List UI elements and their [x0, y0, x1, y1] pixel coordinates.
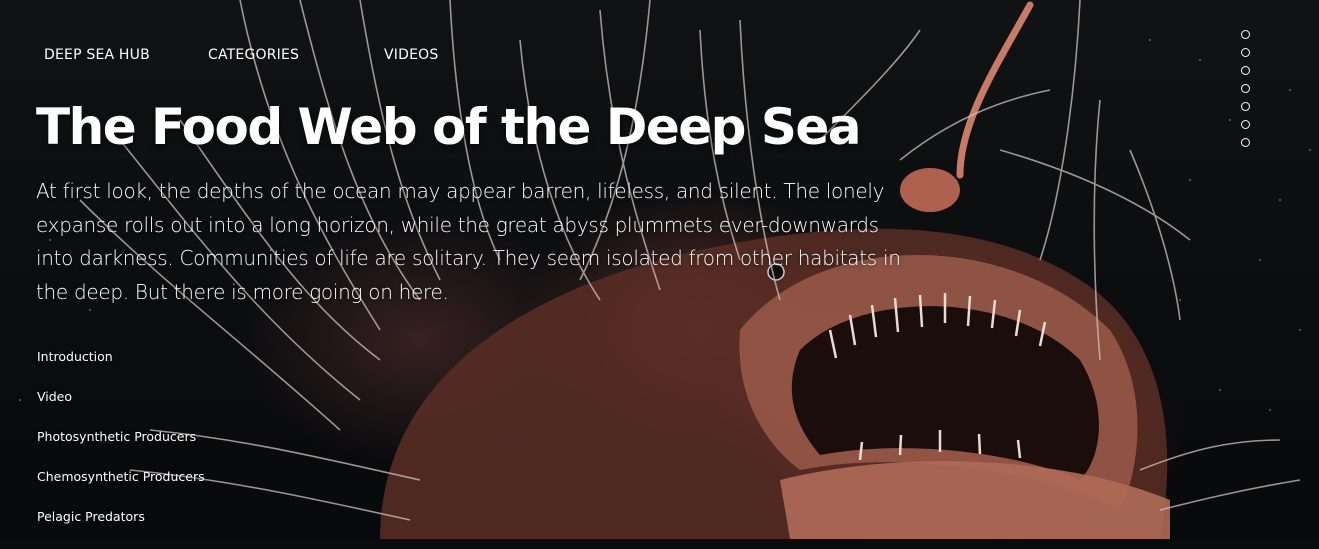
- table-of-contents: Introduction Video Photosynthetic Produc…: [37, 349, 205, 549]
- section-dot-4[interactable]: [1241, 84, 1250, 93]
- toc-link-pelagic-predators[interactable]: Pelagic Predators: [37, 509, 205, 525]
- page-title: The Food Web of the Deep Sea: [36, 98, 862, 156]
- section-dot-6[interactable]: [1241, 120, 1250, 129]
- toc-link-photosynthetic-producers[interactable]: Photosynthetic Producers: [37, 429, 205, 445]
- nav-link-categories[interactable]: CATEGORIES: [208, 47, 299, 63]
- section-dot-5[interactable]: [1241, 102, 1250, 111]
- section-dot-7[interactable]: [1241, 138, 1250, 147]
- section-dot-1[interactable]: [1241, 30, 1250, 39]
- toc-link-introduction[interactable]: Introduction: [37, 349, 205, 365]
- section-dot-nav: [1241, 30, 1255, 156]
- intro-paragraph: At first look, the depths of the ocean m…: [36, 179, 901, 304]
- section-dot-2[interactable]: [1241, 48, 1250, 57]
- nav-link-videos[interactable]: VIDEOS: [384, 47, 438, 63]
- toc-link-chemosynthetic-producers[interactable]: Chemosynthetic Producers: [37, 469, 205, 485]
- nav-link-deep-sea-hub[interactable]: DEEP SEA HUB: [44, 47, 150, 63]
- top-nav: DEEP SEA HUB CATEGORIES VIDEOS: [0, 47, 1319, 67]
- toc-link-video[interactable]: Video: [37, 389, 205, 405]
- section-dot-3[interactable]: [1241, 66, 1250, 75]
